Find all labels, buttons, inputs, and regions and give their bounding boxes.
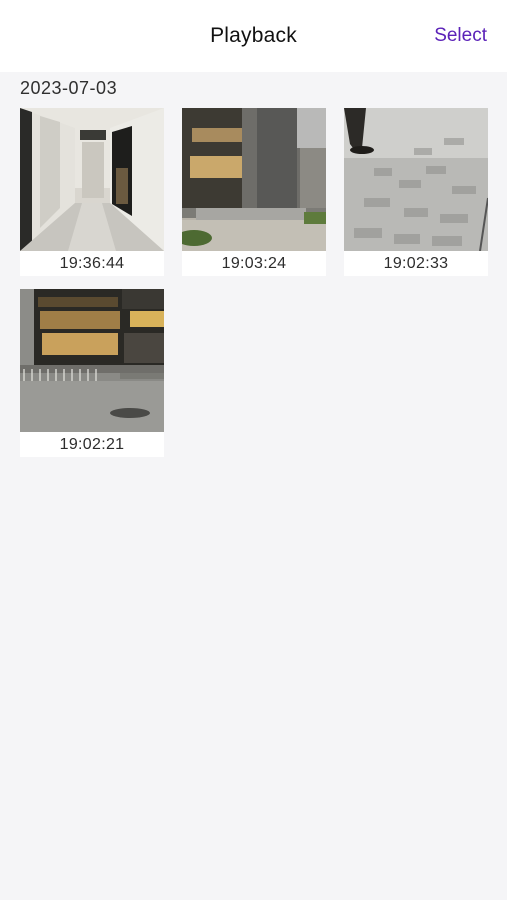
recording-thumbnail[interactable]: 19:03:24 <box>182 108 326 276</box>
recording-time-label: 19:02:21 <box>20 432 164 457</box>
date-section-header: 2023-07-03 <box>20 78 118 98</box>
recording-time-label: 19:02:33 <box>344 251 488 276</box>
select-button[interactable]: Select <box>434 25 487 47</box>
recording-thumbnail[interactable]: 19:36:44 <box>20 108 164 276</box>
recording-thumbnail[interactable]: 19:02:21 <box>20 289 164 457</box>
recording-preview-image <box>344 108 488 251</box>
recording-preview-image <box>20 108 164 251</box>
page-title: Playback <box>210 24 297 47</box>
recording-preview-image <box>182 108 326 251</box>
recording-preview-image <box>20 289 164 432</box>
recording-time-label: 19:03:24 <box>182 251 326 276</box>
navigation-bar: Playback Select <box>0 0 507 72</box>
recording-thumbnail[interactable]: 19:02:33 <box>344 108 488 276</box>
recording-time-label: 19:36:44 <box>20 251 164 276</box>
